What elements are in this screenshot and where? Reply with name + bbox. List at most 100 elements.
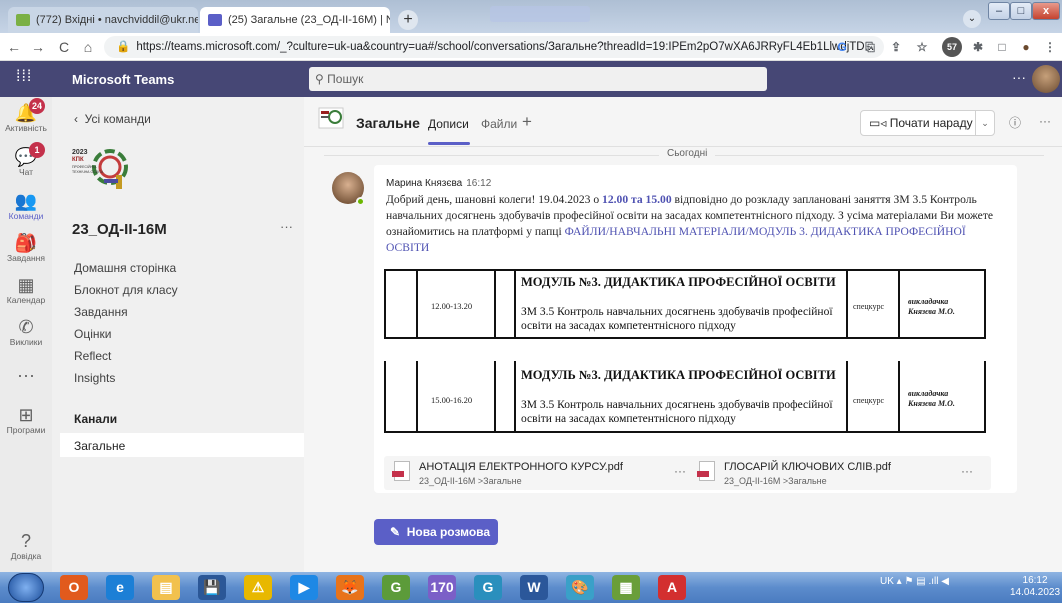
date-label: Сьогодні [659, 148, 716, 159]
channel-avatar [318, 107, 344, 129]
attachment-path: 23_ОД-ІІ-16М >Загальне [724, 476, 827, 486]
rail-item-help[interactable]: ? Довідка [0, 531, 52, 561]
avast-icon[interactable]: ⚠ [244, 575, 272, 600]
firefox-icon[interactable]: 🦊 [336, 575, 364, 600]
tab-label: (772) Вхідні • navchviddil@ukr.ne [36, 14, 198, 26]
team-nav-item[interactable]: Завдання [74, 305, 128, 319]
rail-item-teams[interactable]: 👥 Команди [0, 191, 52, 221]
presence-available-icon [356, 197, 365, 206]
header-more-icon[interactable]: ··· [1039, 114, 1051, 128]
tab-search-button[interactable]: ⌄ [963, 10, 981, 28]
team-nav-item[interactable]: Домашня сторінка [74, 261, 176, 275]
attachment-more-icon[interactable]: ··· [961, 464, 973, 478]
share-icon[interactable]: ⇪ [886, 37, 906, 57]
add-tab-icon[interactable]: + [522, 112, 532, 132]
new-tab-button[interactable]: + [398, 10, 418, 30]
rail-label: Завдання [7, 253, 45, 263]
rail-item-bell[interactable]: 🔔 Активність 24 [0, 98, 52, 133]
tab-posts[interactable]: Дописи [428, 117, 469, 131]
chrome-icon[interactable]: G [382, 575, 410, 600]
user-avatar[interactable] [1032, 65, 1060, 93]
viber-icon[interactable]: 170 [428, 575, 456, 600]
save-icon[interactable]: 💾 [198, 575, 226, 600]
help-icon: ? [20, 531, 31, 551]
rail-item-apps[interactable]: ⊞ Програми [0, 405, 52, 435]
pdf-file-icon [697, 461, 715, 481]
team-nav-item[interactable]: Оцінки [74, 327, 111, 341]
profile-avatar-icon[interactable]: ● [1016, 37, 1036, 57]
calculator-icon[interactable]: ▦ [612, 575, 640, 600]
channel-header: Загальне Дописи Файли + ▭◃ Почати нараду… [304, 97, 1062, 147]
system-tray[interactable]: UK ▴ ⚑ ▤ .ıll ◀ [880, 576, 949, 587]
browser-tab-teams[interactable]: (25) Загальне (23_ОД-ІІ-16М) | N × [200, 7, 390, 33]
puzzle-extensions-icon[interactable]: ✱ [968, 37, 988, 57]
start-meeting-button[interactable]: ▭◃ Почати нараду [860, 110, 976, 136]
tab-files[interactable]: Файли [481, 117, 517, 131]
logo-year: 2023 [72, 149, 88, 156]
extension-badge-icon[interactable]: 57 [942, 37, 962, 57]
settings-more-icon[interactable]: ··· [1012, 69, 1026, 85]
team-more-icon[interactable]: ··· [280, 219, 293, 234]
schedule-module: МОДУЛЬ №3. ДИДАКТИКА ПРОФЕСІЙНОЇ ОСВІТИ [521, 368, 836, 382]
logo-line-1: ПРОФЕСІЙНО- [72, 165, 98, 169]
assignments-icon: 🎒 [14, 233, 38, 253]
team-nav-item[interactable]: Блокнот для класу [74, 283, 178, 297]
meeting-dropdown-icon[interactable]: ⌄ [975, 110, 995, 136]
acrobat-icon[interactable]: A [658, 575, 686, 600]
bookmark-star-icon[interactable]: ☆ [912, 37, 932, 57]
media-player-icon[interactable]: ▶ [290, 575, 318, 600]
paint-icon[interactable]: 🎨 [566, 575, 594, 600]
info-icon[interactable]: ⓘ [1009, 114, 1021, 131]
back-to-teams-link[interactable]: ‹ Усі команди [74, 112, 151, 126]
schedule-module: МОДУЛЬ №3. ДИДАКТИКА ПРОФЕСІЙНОЇ ОСВІТИ [521, 275, 836, 289]
blurred-region [490, 6, 590, 22]
teacher-role: викладачка [908, 297, 949, 306]
teacher-role: викладачка [908, 389, 949, 398]
channels-header[interactable]: Канали [74, 412, 117, 426]
rail-item-more[interactable]: ··· [0, 365, 52, 385]
word-icon[interactable]: W [520, 575, 548, 600]
back-arrow-icon[interactable]: ← [4, 37, 24, 57]
rail-item-phone[interactable]: ✆ Виклики [0, 317, 52, 347]
app-launcher-icon[interactable]: ⁞⁞⁞ [16, 68, 32, 86]
internet-explorer-icon[interactable]: e [106, 575, 134, 600]
forward-arrow-icon[interactable]: → [28, 37, 48, 57]
file-explorer-icon[interactable]: ▤ [152, 575, 180, 600]
rail-item-chat[interactable]: 💬 Чат 1 [0, 142, 52, 177]
attachment-more-icon[interactable]: ··· [674, 464, 686, 478]
rail-item-calendar[interactable]: ▦ Календар [0, 275, 52, 305]
message-author-line: Марина Князєва 16:12 [386, 178, 491, 189]
translate-icon[interactable]: ⎘ [860, 37, 880, 57]
search-input[interactable]: ⚲ Пошук [309, 67, 767, 91]
reload-icon[interactable]: C [54, 37, 74, 57]
team-nav-item[interactable]: Reflect [74, 349, 111, 363]
browser-menu-icon[interactable]: ⋮ [1040, 37, 1060, 57]
rail-item-assignments[interactable]: 🎒 Завдання [0, 233, 52, 263]
maximize-button[interactable]: □ [1010, 2, 1032, 20]
chrome-profile-icon[interactable]: G [474, 575, 502, 600]
office-icon[interactable]: O [60, 575, 88, 600]
team-nav-item[interactable]: Insights [74, 371, 115, 385]
home-icon[interactable]: ⌂ [78, 37, 98, 57]
minimize-button[interactable]: – [988, 2, 1010, 20]
start-button[interactable] [8, 573, 44, 602]
google-extension-icon[interactable]: G [832, 37, 852, 57]
clock[interactable]: 16:12 14.04.2023 [1010, 575, 1060, 599]
close-window-button[interactable]: x [1032, 2, 1060, 20]
mail-favicon-icon [16, 14, 30, 26]
schedule-teacher: викладачка Князєва М.О. [908, 389, 955, 409]
active-tab-indicator [428, 142, 470, 145]
new-conversation-button[interactable]: ✎ Нова розмова [374, 519, 498, 545]
schedule-type: спецкурс [853, 396, 884, 405]
message-time-highlight: 12.00 та 15.00 [602, 193, 672, 206]
side-panel-icon[interactable]: □ [992, 37, 1012, 57]
rail-label: Активність [5, 123, 47, 133]
browser-tab-mail[interactable]: (772) Вхідні • navchviddil@ukr.ne × [8, 7, 198, 33]
message-body: Добрий день, шановні колеги! 19.04.2023 … [386, 192, 996, 256]
attachment-card[interactable]: ГЛОСАРІЙ КЛЮЧОВИХ СЛІВ.pdf 23_ОД-ІІ-16М … [689, 456, 991, 490]
rail-label: Програми [6, 425, 46, 435]
url-bar[interactable]: 🔒 https://teams.microsoft.com/_?culture=u… [104, 36, 884, 58]
teams-icon: 👥 [14, 191, 38, 211]
attachment-card[interactable]: АНОТАЦІЯ ЕЛЕКТРОННОГО КУРСУ.pdf 23_ОД-ІІ… [384, 456, 708, 490]
new-conversation-label: Нова розмова [406, 525, 491, 539]
